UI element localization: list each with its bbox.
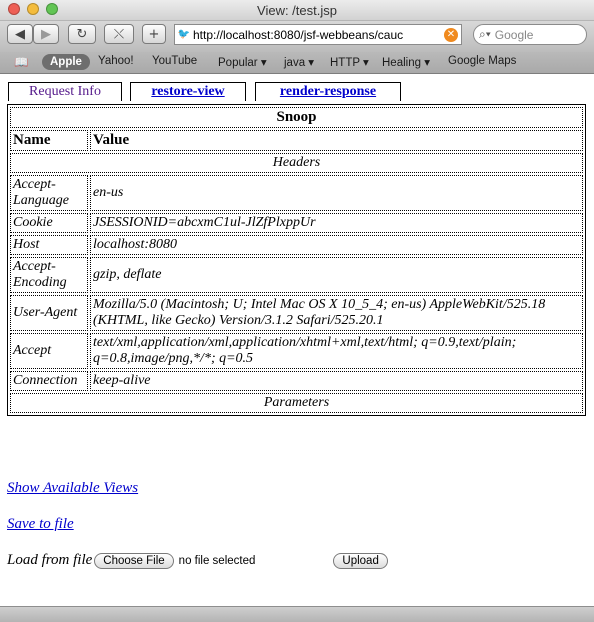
header-name: Host <box>10 235 88 255</box>
header-value: gzip, deflate <box>90 257 583 293</box>
header-name: Connection <box>10 371 88 391</box>
show-views-container: Show Available Views <box>7 480 138 497</box>
bookmark-yahoo[interactable]: Yahoo! <box>98 55 134 67</box>
load-from-file-row: Load from file Choose File no file selec… <box>7 552 388 569</box>
column-header-value: Value <box>90 130 583 151</box>
window-titlebar: View: /test.jsp <box>0 0 594 21</box>
header-value: Mozilla/5.0 (Macintosh; U; Intel Mac OS … <box>90 295 583 331</box>
tab-render-response[interactable]: render-response <box>255 82 401 101</box>
show-available-views-link[interactable]: Show Available Views <box>7 480 138 496</box>
header-value: keep-alive <box>90 371 583 391</box>
page-content: Request Info restore-view render-respons… <box>0 74 594 606</box>
table-row: Connection keep-alive <box>10 371 583 391</box>
header-value: JSESSIONID=abcxmC1ul-JlZfPlxppUr <box>90 213 583 233</box>
bookmark-apple[interactable]: Apple <box>42 54 90 70</box>
tab-restore-view-label[interactable]: restore-view <box>151 84 224 99</box>
bookmark-http[interactable]: HTTP ▾ <box>330 55 369 69</box>
site-favicon: 🐦 <box>177 29 191 40</box>
add-bookmark-button[interactable]: + <box>142 24 166 44</box>
bookmark-popular[interactable]: Popular ▾ <box>218 55 267 69</box>
table-row: User-Agent Mozilla/5.0 (Macintosh; U; In… <box>10 295 583 331</box>
search-placeholder: Google <box>494 27 534 42</box>
load-from-file-label: Load from file <box>7 552 93 568</box>
bookmarks-bar: 📖 Apple Yahoo! YouTube Popular ▾ java ▾ … <box>0 52 594 74</box>
tab-request-info-label[interactable]: Request Info <box>29 84 101 99</box>
forward-button[interactable]: ▶ <box>33 24 59 44</box>
url-text[interactable]: http://localhost:8080/jsf-webbeans/cauc <box>193 28 444 42</box>
stop-loading-icon[interactable]: ✕ <box>444 27 458 42</box>
table-row: Cookie JSESSIONID=abcxmC1ul-JlZfPlxppUr <box>10 213 583 233</box>
table-row: Host localhost:8080 <box>10 235 583 255</box>
column-header-name: Name <box>10 130 88 151</box>
save-to-file-link[interactable]: Save to file <box>7 516 74 532</box>
forward-icon: ▶ <box>41 26 51 42</box>
choose-file-button[interactable]: Choose File <box>94 552 174 569</box>
table-row: Accept-Encoding gzip, deflate <box>10 257 583 293</box>
snoop-table: Snoop Name Value Headers Accept-Language… <box>7 104 586 416</box>
bookmark-google-maps[interactable]: Google Maps <box>448 55 516 67</box>
reload-icon: ↻ <box>76 26 88 42</box>
back-icon: ◀ <box>15 26 25 42</box>
reload-button[interactable]: ↻ <box>68 24 96 44</box>
bookmarks-book-icon[interactable]: 📖 <box>14 55 28 69</box>
header-name: Cookie <box>10 213 88 233</box>
tab-request-info[interactable]: Request Info <box>8 82 122 101</box>
snapback-icon: ⤬ <box>113 26 125 42</box>
snoop-title: Snoop <box>10 107 583 128</box>
header-name: Accept-Encoding <box>10 257 88 293</box>
upload-button[interactable]: Upload <box>333 552 388 569</box>
search-field[interactable]: ⌕▾ Google <box>473 24 587 45</box>
headers-section-label: Headers <box>10 153 583 173</box>
header-name: Accept <box>10 333 88 369</box>
save-file-container: Save to file <box>7 516 74 533</box>
parameters-section-label: Parameters <box>10 393 583 413</box>
back-button[interactable]: ◀ <box>7 24 33 44</box>
tab-render-response-label[interactable]: render-response <box>280 84 376 99</box>
browser-toolbar: ◀ ▶ ↻ ⤬ + 🐦 http://localhost:8080/jsf-we… <box>0 21 594 52</box>
file-status-text: no file selected <box>178 554 256 567</box>
bookmark-java[interactable]: java ▾ <box>284 55 314 69</box>
plus-icon: + <box>148 26 160 42</box>
header-value: localhost:8080 <box>90 235 583 255</box>
header-value: text/xml,application/xml,application/xht… <box>90 333 583 369</box>
bookmark-healing[interactable]: Healing ▾ <box>382 55 430 69</box>
address-bar[interactable]: 🐦 http://localhost:8080/jsf-webbeans/cau… <box>174 24 462 45</box>
header-value: en-us <box>90 175 583 211</box>
header-name: Accept-Language <box>10 175 88 211</box>
window-title: View: /test.jsp <box>257 3 337 18</box>
snapback-button[interactable]: ⤬ <box>104 24 134 44</box>
header-name: User-Agent <box>10 295 88 331</box>
search-icon: ⌕▾ <box>479 27 491 41</box>
table-row: Accept text/xml,application/xml,applicat… <box>10 333 583 369</box>
bookmark-youtube[interactable]: YouTube <box>152 55 197 67</box>
table-row: Accept-Language en-us <box>10 175 583 211</box>
tab-restore-view[interactable]: restore-view <box>130 82 246 101</box>
status-bar <box>0 606 594 622</box>
